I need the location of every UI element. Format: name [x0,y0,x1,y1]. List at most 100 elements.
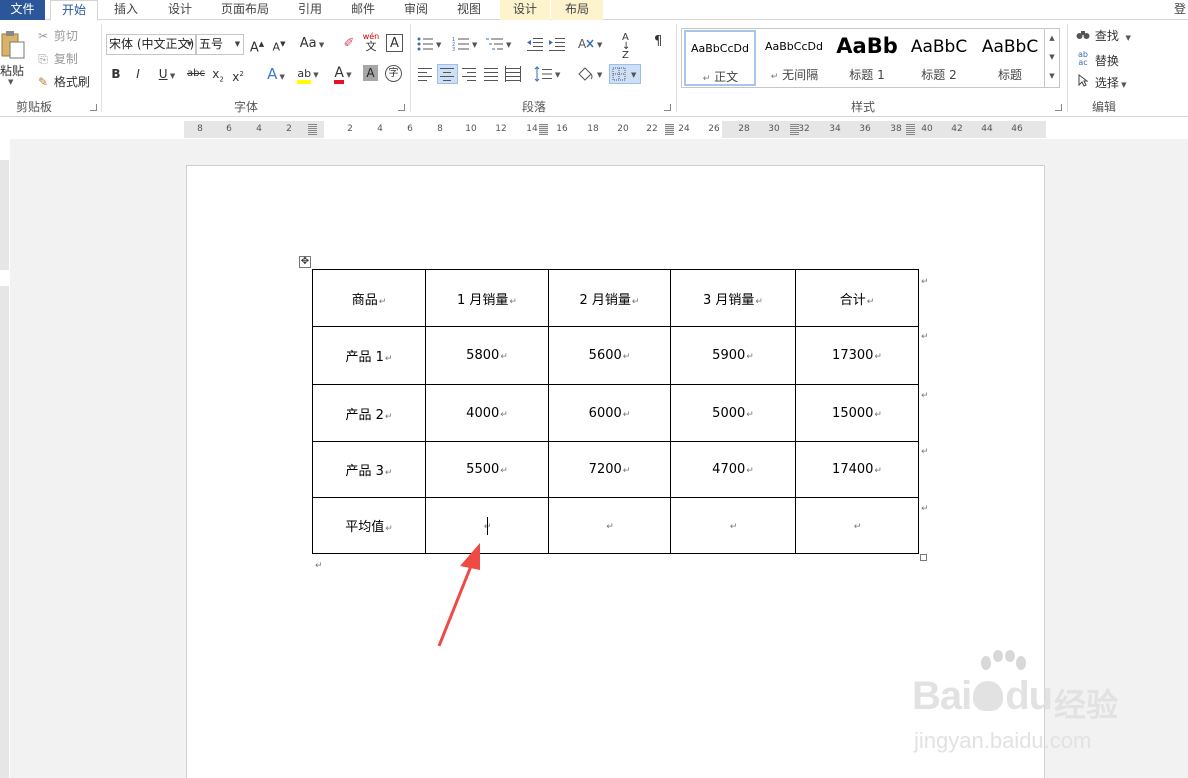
table-cell[interactable]: 5900↵ [670,326,796,385]
cut-button[interactable]: ✂ 剪切 [36,28,78,44]
table-cell[interactable]: 2 月销量↵ [548,269,671,327]
change-case-button[interactable]: Aa ▼ [298,34,326,54]
align-left-button[interactable] [416,65,434,83]
table-cell[interactable]: 产品 3↵ [312,441,426,498]
style-no-spacing[interactable]: AaBbCcDd ↵ 无间隔 [758,30,830,86]
column-marker[interactable] [539,124,548,135]
chinese-layout-button[interactable]: A ▼ [578,35,606,53]
table-cell[interactable]: 5000↵ [670,384,796,442]
table-cell[interactable]: 4000↵ [425,384,549,442]
shrink-font-button[interactable]: A▼ [270,34,288,54]
style-heading-2[interactable]: AaBbC 标题 2 [903,30,975,86]
enclose-character-button[interactable]: 字 [385,65,402,82]
clipboard-launcher-icon[interactable] [90,104,97,111]
horizontal-ruler[interactable]: 8 6 4 2 2 4 6 8 10 12 14 16 18 20 22 24 26 28 30 32 34 36 38 40… [184,121,1046,138]
font-color-button[interactable]: A ▼ [328,64,358,84]
clear-formatting-icon[interactable]: ✐ [340,34,358,54]
subscript-button[interactable]: x2 [210,64,226,84]
text-effects-button[interactable]: A ▼ [262,64,290,84]
table-cell[interactable]: ↵ [670,497,796,554]
column-marker[interactable] [906,124,915,135]
pinyin-guide-button[interactable]: wén 文 [362,32,380,52]
tab-insert[interactable]: 插入 [106,0,146,20]
table-cell[interactable]: 平均值↵ [312,497,426,554]
vertical-ruler[interactable] [0,160,9,778]
table-cell[interactable]: 5500↵ [425,441,549,498]
align-center-button[interactable] [437,64,458,84]
bullets-button[interactable]: ▼ [416,35,446,53]
font-name-combo[interactable]: 宋体 (中文正文) ▼ [106,34,196,55]
italic-button[interactable]: I [130,64,146,84]
increase-indent-button[interactable] [548,35,566,53]
login-link[interactable]: 登 [1172,0,1188,20]
select-button[interactable]: 选择 ▼ [1075,74,1126,93]
align-right-button[interactable] [460,65,478,83]
table-move-handle-icon[interactable]: ✥ [299,256,311,268]
format-painter-button[interactable]: ✎ 格式刷 [36,74,90,90]
table-cell[interactable]: ↵ [795,497,919,554]
tab-table-layout[interactable]: 布局 [551,0,603,20]
style-heading-1[interactable]: AaBb 标题 1 [831,30,903,86]
multilevel-list-button[interactable]: ▼ [486,35,516,53]
table-cell[interactable]: 3 月销量↵ [670,269,796,327]
table-resize-handle[interactable] [920,554,927,561]
find-button[interactable]: 查找 ▼ [1075,28,1131,46]
line-spacing-button[interactable]: ▼ [534,65,564,83]
paste-button[interactable]: 粘贴 ▼ [0,30,26,86]
styles-launcher-icon[interactable] [1055,104,1062,111]
show-formatting-marks-button[interactable]: ¶ [654,34,662,49]
distributed-button[interactable] [504,65,522,83]
style-title[interactable]: AaBbC 标题 [974,30,1046,86]
bold-button[interactable]: B [108,64,124,84]
gallery-more-icon[interactable]: ▼ [1044,67,1059,87]
borders-button[interactable]: ▼ [609,64,641,84]
justify-button[interactable] [482,65,500,83]
table-cell[interactable]: 5600↵ [548,326,671,385]
table-cell[interactable]: ↵ [548,497,671,554]
superscript-button[interactable]: x2 [230,64,246,84]
table-cell[interactable]: 7200↵ [548,441,671,498]
font-launcher-icon[interactable] [398,104,405,111]
table-cell[interactable]: 合计↵ [795,269,919,327]
table-cell[interactable]: 5800↵ [425,326,549,385]
numbering-button[interactable]: 1 2 3 ▼ [452,35,482,53]
paste-dropdown-icon[interactable]: ▼ [8,78,13,86]
sort-button[interactable]: A↓Z [622,33,640,61]
table-cell[interactable]: 产品 1↵ [312,326,426,385]
tab-home[interactable]: 开始 [50,0,98,21]
table-cell[interactable]: 产品 2↵ [312,384,426,442]
shading-button[interactable]: ▼ [576,65,606,83]
gallery-down-icon[interactable]: ▼ [1044,48,1059,67]
table-cell[interactable]: 4700↵ [670,441,796,498]
style-normal[interactable]: AaBbCcDd ↵ 正文 [684,30,756,86]
column-marker[interactable] [790,124,799,135]
table-cell[interactable]: 17300↵ [795,326,919,385]
copy-button[interactable]: ⎘ 复制 [36,51,78,67]
grow-font-button[interactable]: A▲ [248,34,266,55]
underline-button[interactable]: U ▼ [152,64,182,84]
character-shading-button[interactable]: A [363,65,378,81]
tab-review[interactable]: 审阅 [396,0,436,20]
paragraph-launcher-icon[interactable] [664,104,671,111]
table-cell[interactable]: 17400↵ [795,441,919,498]
table-cell[interactable]: 商品↵ [312,269,426,327]
column-marker[interactable] [665,124,674,135]
sales-table[interactable]: 商品↵ 1 月销量↵ 2 月销量↵ 3 月销量↵ 合计↵ 产品 1↵ 5800↵… [312,269,919,554]
gallery-up-icon[interactable]: ▲ [1044,29,1059,48]
table-cell[interactable]: 6000↵ [548,384,671,442]
tab-view[interactable]: 视图 [449,0,489,20]
tab-design[interactable]: 设计 [160,0,200,20]
tab-table-design[interactable]: 设计 [500,0,550,20]
tab-mailings[interactable]: 邮件 [343,0,383,20]
font-size-combo[interactable]: 五号 ▼ [196,34,244,55]
tab-file[interactable]: 文件 [0,0,45,20]
decrease-indent-button[interactable] [526,35,544,53]
strikethrough-button[interactable]: abc [185,64,207,84]
highlight-button[interactable]: ab ▼ [292,64,324,84]
tab-page-layout[interactable]: 页面布局 [214,0,276,20]
tab-references[interactable]: 引用 [290,0,330,20]
column-marker[interactable] [308,124,317,135]
table-cell[interactable]: 15000↵ [795,384,919,442]
replace-button[interactable]: ab ac 替换 [1075,51,1119,69]
table-cell[interactable]: 1 月销量↵ [425,269,549,327]
